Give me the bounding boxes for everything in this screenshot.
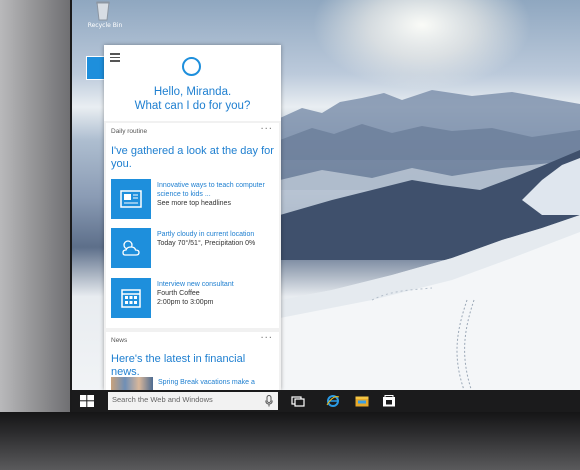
greeting-line-2: What can I do for you?: [134, 100, 251, 112]
news-item-title: Innovative ways to teach computer scienc…: [157, 182, 265, 198]
cortana-feed: Daily routine ··· I've gathered a look a…: [104, 121, 281, 390]
store-icon: [383, 395, 395, 407]
search-box[interactable]: [108, 392, 278, 410]
daily-item-weather[interactable]: Partly cloudy in current location Today …: [111, 228, 276, 272]
start-button[interactable]: [72, 390, 102, 412]
internet-explorer-button[interactable]: [320, 390, 346, 412]
monitor-bezel-left: [0, 0, 72, 470]
weather-icon: [111, 228, 151, 268]
store-button[interactable]: [376, 390, 402, 412]
file-explorer-icon: [355, 396, 369, 407]
cortana-header: Hello, Miranda. What can I do for you?: [104, 45, 281, 121]
news-headline: Here's the latest in financial news.: [111, 353, 246, 378]
daily-routine-label: Daily routine: [111, 128, 148, 135]
file-explorer-button[interactable]: [349, 390, 375, 412]
daily-more-button[interactable]: ···: [260, 124, 273, 135]
windows-start-icon: [80, 395, 94, 407]
monitor-bezel-bottom: [0, 412, 580, 470]
news-icon: [111, 179, 151, 219]
cortana-ring-icon: [182, 57, 201, 76]
meeting-item-subtitle: Fourth Coffee 2:00pm to 3:00pm: [157, 290, 214, 306]
daily-item-meeting[interactable]: Interview new consultant Fourth Coffee 2…: [111, 278, 276, 322]
greeting-line-1: Hello, Miranda.: [153, 86, 232, 98]
daily-routine-card: Daily routine ··· I've gathered a look a…: [106, 123, 279, 328]
search-input[interactable]: [112, 395, 252, 404]
hamburger-menu-icon[interactable]: [110, 53, 120, 62]
weather-item-subtitle: Today 70°/51°, Precipitation 0%: [157, 240, 256, 247]
news-thumbnail[interactable]: [111, 377, 153, 390]
taskbar: [72, 390, 580, 412]
daily-headline: I've gathered a look at the day for you.: [111, 145, 274, 170]
cortana-greeting: Hello, Miranda. What can I do for you?: [104, 85, 281, 113]
news-item-subtitle: See more top headlines: [157, 200, 231, 207]
news-card: News ··· Here's the latest in financial …: [106, 332, 279, 390]
meeting-item-title: Interview new consultant: [157, 281, 234, 288]
news-label: News: [111, 337, 128, 344]
calendar-icon: [111, 278, 151, 318]
news-item-link[interactable]: Spring Break vacations make a: [158, 379, 255, 386]
cortana-panel: Hello, Miranda. What can I do for you? D…: [104, 45, 281, 390]
recycle-bin-icon[interactable]: [88, 0, 118, 22]
weather-item-title: Partly cloudy in current location: [157, 231, 255, 238]
internet-explorer-icon: [326, 395, 340, 407]
task-view-button[interactable]: [285, 390, 311, 412]
news-more-button[interactable]: ···: [260, 333, 273, 344]
task-view-icon: [291, 396, 305, 407]
microphone-icon[interactable]: [265, 395, 273, 407]
daily-item-news[interactable]: Innovative ways to teach computer scienc…: [111, 179, 276, 223]
recycle-bin-label: Recycle Bin: [87, 22, 123, 29]
